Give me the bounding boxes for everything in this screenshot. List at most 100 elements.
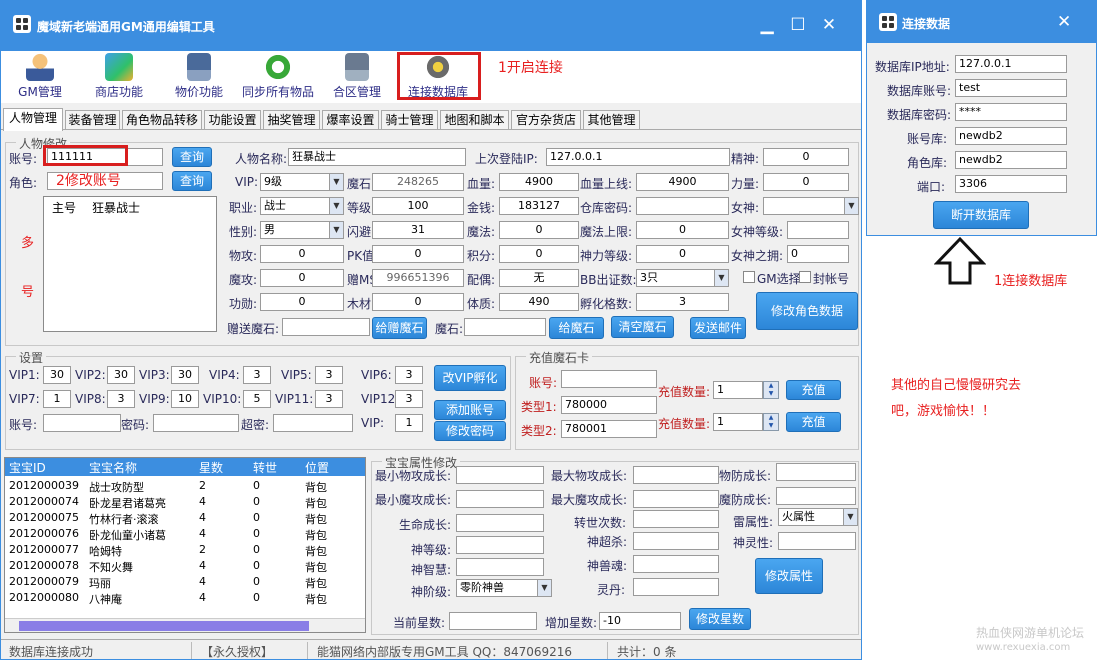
gold-input[interactable]: 183127 — [499, 197, 579, 215]
god-power-input[interactable]: 0 — [636, 245, 729, 263]
min-matk-input[interactable] — [456, 490, 544, 508]
current-star-input[interactable] — [449, 612, 537, 630]
vip9-input[interactable]: 10 — [171, 390, 199, 408]
gender-select[interactable]: 男 ▼ — [260, 221, 344, 239]
vip8-input[interactable]: 3 — [107, 390, 135, 408]
col-stars[interactable]: 星数 — [199, 459, 223, 476]
pdef-growth-input[interactable] — [776, 463, 856, 481]
spouse-input[interactable]: 无 — [499, 269, 579, 287]
change-vip-hatch-button[interactable]: 改VIP孵化 — [434, 365, 506, 391]
query-role-button[interactable]: 查询 — [172, 171, 212, 191]
ban-account-checkbox[interactable] — [799, 271, 811, 283]
dodge-input[interactable]: 31 — [372, 221, 464, 239]
physical-attack-input[interactable]: 0 — [260, 245, 344, 263]
physique-input[interactable]: 490 — [499, 293, 579, 311]
power-input[interactable]: 0 — [763, 173, 849, 191]
vip1-input[interactable]: 30 — [43, 366, 71, 384]
col-rebirth[interactable]: 转世 — [253, 459, 277, 476]
qty1-input[interactable]: 1 — [713, 381, 763, 399]
tab-function[interactable]: 功能设置 — [204, 110, 261, 130]
warehouse-pwd-input[interactable] — [636, 197, 729, 215]
vip4-input[interactable]: 3 — [243, 366, 271, 384]
down-arrow-icon[interactable]: ▼ — [764, 422, 778, 430]
last-ip-input[interactable]: 127.0.0.1 — [546, 148, 730, 166]
change-password-button[interactable]: 修改密码 — [434, 421, 506, 441]
god-stage-select[interactable]: 零阶神兽 ▼ — [456, 579, 552, 597]
gm-select-checkbox[interactable] — [743, 271, 755, 283]
db-window-close-button[interactable]: ✕ — [1057, 12, 1071, 32]
vip11-input[interactable]: 3 — [315, 390, 343, 408]
table-row[interactable]: 2012000079 玛丽 4 0 背包 — [5, 574, 365, 590]
query-account-button[interactable]: 查询 — [172, 147, 212, 167]
table-row[interactable]: 2012000074 卧龙星君诸葛亮 4 0 背包 — [5, 494, 365, 510]
table-row[interactable]: 2012000080 八神庵 4 0 背包 — [5, 590, 365, 606]
type2-input[interactable]: 780001 — [561, 420, 657, 438]
gift-magic-stone-input[interactable] — [282, 318, 370, 336]
maximize-button[interactable]: ☐ — [786, 15, 810, 35]
hatch-slots-input[interactable]: 3 — [636, 293, 729, 311]
tab-official-shop[interactable]: 官方杂货店 — [511, 110, 581, 130]
table-row[interactable]: 2012000078 不知火舞 4 0 背包 — [5, 558, 365, 574]
col-pet-id[interactable]: 宝宝ID — [9, 459, 46, 476]
settings-password-input[interactable] — [153, 414, 239, 432]
table-row[interactable]: 2012000076 卧龙仙童小诸葛 4 0 背包 — [5, 526, 365, 542]
name-input[interactable]: 狂暴战士 — [288, 148, 466, 166]
title-bar[interactable]: 魔域新老端通用GM通用编辑工具 ▁ ☐ ✕ — [1, 1, 861, 51]
recharge2-button[interactable]: 充值 — [786, 412, 841, 432]
god-soul-input[interactable] — [633, 555, 719, 573]
modify-star-button[interactable]: 修改星数 — [689, 608, 751, 630]
vip5-input[interactable]: 3 — [315, 366, 343, 384]
life-growth-input[interactable] — [456, 514, 544, 532]
minimize-button[interactable]: ▁ — [755, 15, 779, 35]
element-select[interactable]: 火属性 ▼ — [778, 508, 858, 526]
give-ms-button[interactable]: 给魔石 — [549, 317, 604, 339]
tab-item-transfer[interactable]: 角色物品转移 — [122, 110, 202, 130]
db-account-db-input[interactable]: newdb2 — [955, 127, 1067, 145]
points-input[interactable]: 0 — [499, 245, 579, 263]
scrollbar-thumb[interactable] — [19, 621, 309, 631]
modify-role-button[interactable]: 修改角色数据 — [756, 292, 858, 330]
qty2-stepper[interactable]: ▲ ▼ — [763, 413, 779, 431]
pk-input[interactable]: 0 — [372, 245, 464, 263]
recharge1-button[interactable]: 充值 — [786, 380, 841, 400]
tab-character[interactable]: 人物管理 — [3, 108, 63, 131]
level-input[interactable]: 100 — [372, 197, 464, 215]
pet-table[interactable]: 宝宝ID 宝宝名称 星数 转世 位置 2012000039 战士攻防型 2 0 背包 20… — [4, 457, 366, 633]
db-ip-input[interactable]: 127.0.0.1 — [955, 55, 1067, 73]
down-arrow-icon[interactable]: ▼ — [764, 390, 778, 398]
clear-ms-button[interactable]: 清空魔石 — [611, 316, 674, 338]
col-location[interactable]: 位置 — [305, 459, 329, 476]
sync-items-button[interactable]: 同步所有物品 — [239, 51, 317, 100]
god-super-input[interactable] — [633, 532, 719, 550]
table-row[interactable]: 2012000039 战士攻防型 2 0 背包 — [5, 478, 365, 494]
tab-drop-rate[interactable]: 爆率设置 — [322, 110, 379, 130]
god-level-input[interactable] — [456, 536, 544, 554]
merge-server-button[interactable]: 合区管理 — [329, 51, 385, 100]
table-row[interactable]: 2012000075 竹林行者·滚滚 4 0 背包 — [5, 510, 365, 526]
settings-vip-input[interactable]: 1 — [395, 414, 423, 432]
qty2-input[interactable]: 1 — [713, 413, 763, 431]
col-pet-name[interactable]: 宝宝名称 — [89, 459, 137, 476]
disconnect-db-button[interactable]: 断开数据库 — [933, 201, 1029, 229]
vip6-input[interactable]: 3 — [395, 366, 423, 384]
mdef-growth-input[interactable] — [776, 487, 856, 505]
up-arrow-icon[interactable]: ▲ — [764, 382, 778, 390]
db-user-input[interactable]: test — [955, 79, 1067, 97]
god-wisdom-input[interactable] — [456, 558, 544, 576]
vip3-input[interactable]: 30 — [171, 366, 199, 384]
price-button[interactable]: 物价功能 — [171, 51, 227, 100]
max-patk-input[interactable] — [633, 466, 719, 484]
mana-input[interactable]: 0 — [499, 221, 579, 239]
spirit-pill-input[interactable] — [633, 578, 719, 596]
magic-attack-input[interactable]: 0 — [260, 269, 344, 287]
bb-cert-select[interactable]: 3只 ▼ — [636, 269, 729, 287]
up-arrow-icon[interactable]: ▲ — [764, 414, 778, 422]
merit-input[interactable]: 0 — [260, 293, 344, 311]
gm-manage-button[interactable]: GM管理 — [15, 51, 65, 100]
hp-input[interactable]: 4900 — [499, 173, 579, 191]
vip10-input[interactable]: 5 — [243, 390, 271, 408]
vip2-input[interactable]: 30 — [107, 366, 135, 384]
vip7-input[interactable]: 1 — [43, 390, 71, 408]
give-gift-ms-button[interactable]: 给赠魔石 — [372, 317, 427, 339]
vip-select[interactable]: 9级 ▼ — [260, 173, 344, 191]
